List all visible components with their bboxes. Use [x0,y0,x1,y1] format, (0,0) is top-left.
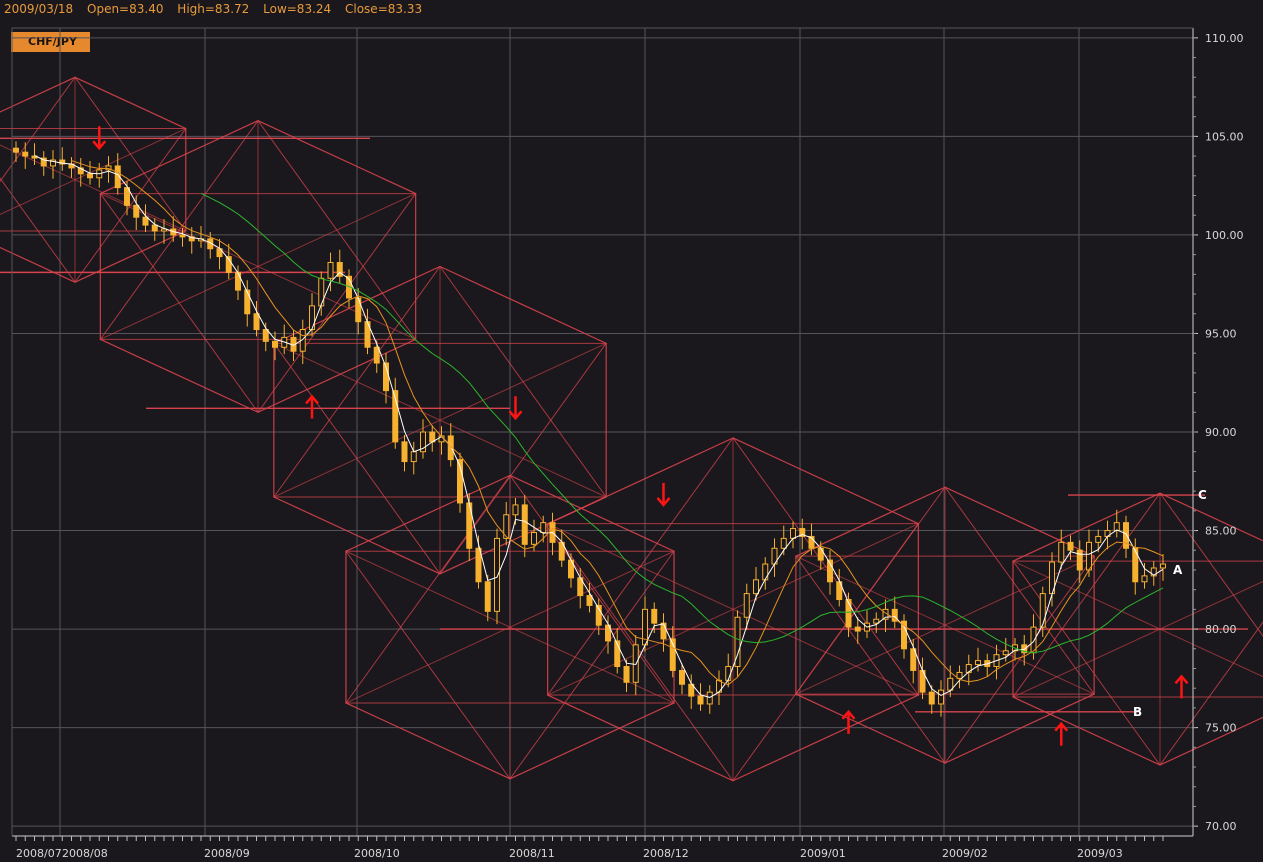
candle-body [1067,541,1074,551]
candle-body [309,305,315,331]
candle-body [1086,541,1092,571]
candle-body [743,593,750,618]
hexagram-diagonal [0,144,186,232]
x-tick-label: 2009/02 [942,847,988,860]
candle-body [373,346,380,364]
candle-body [1141,575,1148,583]
down-arrow-icon [656,482,671,507]
x-tick-label: 2008/11 [509,847,555,860]
x-tick-label: 2009/03 [1077,847,1123,860]
candle-body [651,608,658,624]
candle-body [179,234,186,238]
candle-body [87,173,93,179]
y-tick-label: 70.00 [1205,820,1237,833]
x-tick-label: 2008/09 [204,847,250,860]
candle-body [272,340,278,348]
y-tick-label: 100.00 [1205,229,1244,242]
candle-body [586,595,593,606]
candle-body [1002,650,1009,656]
candle-body [854,626,861,632]
y-tick-label: 75.00 [1205,722,1237,735]
candle-body [975,660,981,666]
x-tick-label: 2009/01 [800,847,846,860]
candle-body [725,666,732,681]
hexagram-diagonal [0,128,186,215]
price-chart[interactable]: 110.00 105.00 100.00 95.00 90.00 85.00 80.00 75… [0,0,1263,862]
candle-body [521,504,528,545]
y-tick-label: 110.00 [1205,32,1244,45]
candle-body [697,695,704,705]
candle-body [780,537,787,549]
candle-body [706,691,713,705]
ma-long-line [200,192,1164,654]
ma-mid-line [71,160,1164,686]
candle-body [928,691,935,705]
candle-body [494,537,500,612]
candle-body [679,669,685,685]
candle-body [262,329,269,342]
candle-body [1160,563,1166,569]
up-arrow-icon [1054,721,1069,746]
candle-body [660,622,667,640]
x-tick-label: 2008/08 [62,847,108,860]
hexagon-outline [0,76,187,283]
up-arrow-icon [305,394,319,419]
point-label-a: A [1173,563,1183,577]
candle-body [512,504,519,516]
candle-body [540,522,547,534]
point-label-b: B [1133,705,1142,719]
candle-body [355,297,362,323]
signal-arrows [92,126,1189,746]
chart-axes: 110.00 105.00 100.00 95.00 90.00 85.00 80.00 75… [11,27,1244,860]
up-arrow-icon [1174,674,1189,699]
y-tick-label: 85.00 [1205,525,1237,538]
candle-body [22,151,29,157]
y-tick-label: 105.00 [1205,130,1244,143]
candle-body [133,204,140,218]
candle-body [762,563,769,581]
candle-body [1058,541,1065,563]
candle-body [531,532,537,545]
x-tick-label: 2008/07 [16,847,62,860]
candle-body [401,441,408,463]
candle-body [475,547,482,583]
point-label-c: C [1198,488,1207,502]
candle-body [623,666,630,683]
x-tick-label: 2008/10 [354,847,400,860]
candle-body [1095,535,1102,543]
candle-body [244,289,251,315]
down-arrow-icon [92,126,107,151]
down-arrow-icon [508,396,523,421]
candle-body [151,224,158,232]
candle-body [753,579,759,595]
y-tick-label: 80.00 [1205,623,1237,636]
candle-body [13,147,19,153]
candle-body [484,581,491,612]
candle-body [253,313,260,331]
candle-body [790,528,796,539]
candle-body [1123,522,1129,549]
candle-body [817,547,824,561]
candle-body [938,689,944,705]
x-tick-label: 2008/12 [643,847,689,860]
candle-body [235,271,241,291]
candle-body [327,262,334,279]
y-tick-label: 95.00 [1205,327,1237,340]
chart-grid [12,28,1193,836]
y-tick-label: 90.00 [1205,426,1237,439]
candle-body [142,216,149,226]
up-arrow-icon [841,709,856,734]
candle-body [410,451,417,463]
hexagram-overlay [0,76,1263,782]
candle-body [1039,593,1046,628]
